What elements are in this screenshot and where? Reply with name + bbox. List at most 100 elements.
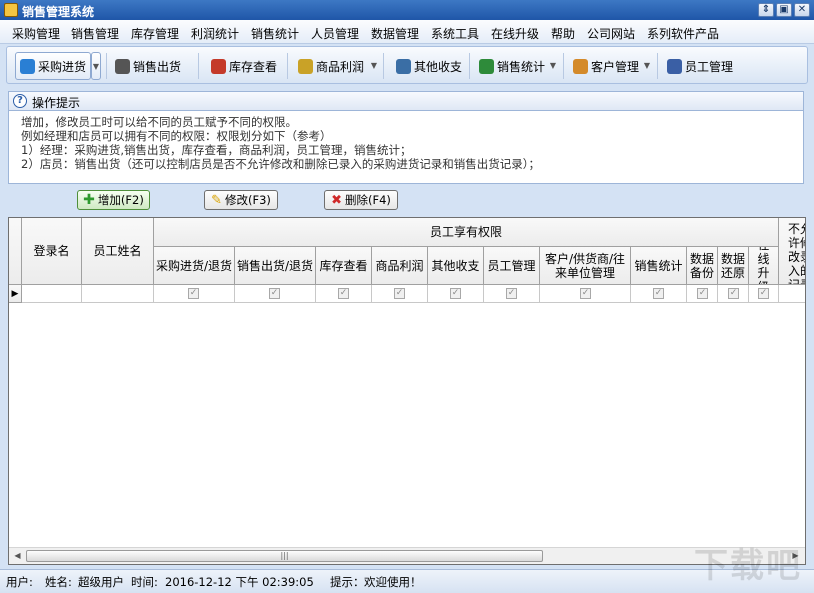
cell-perm[interactable]: ✓: [428, 285, 484, 303]
cell-perm[interactable]: ✓: [484, 285, 540, 303]
app-icon: [4, 3, 18, 17]
status-name-label: 姓名:: [45, 575, 72, 589]
menu-staff[interactable]: 人员管理: [311, 25, 359, 42]
col-header-name[interactable]: 员工姓名: [82, 218, 154, 285]
stats-dropdown-arrow[interactable]: ▼: [548, 52, 558, 80]
restore-button[interactable]: ⇕: [758, 3, 774, 17]
cell-perm[interactable]: ✓: [154, 285, 235, 303]
toolbar-inventory-button[interactable]: 库存查看: [207, 52, 281, 80]
cell-perm[interactable]: ✓: [718, 285, 749, 303]
menu-tools[interactable]: 系统工具: [431, 25, 479, 42]
toolbar-purchase-button[interactable]: 采购进货: [15, 52, 91, 80]
menu-sales[interactable]: 销售管理: [71, 25, 119, 42]
col-header-perm[interactable]: 在线升级: [749, 247, 779, 285]
col-header-perm[interactable]: 库存查看: [316, 247, 372, 285]
toolbar-separator: [287, 53, 288, 79]
menu-website[interactable]: 公司网站: [587, 25, 635, 42]
permission-checkbox[interactable]: ✓: [394, 288, 405, 299]
permission-checkbox[interactable]: ✓: [188, 288, 199, 299]
col-header-perm[interactable]: 其他收支: [428, 247, 484, 285]
cell-perm[interactable]: ✓: [749, 285, 779, 303]
menu-help[interactable]: 帮助: [551, 25, 575, 42]
toolbar-separator: [563, 53, 564, 79]
col-header-no-edit[interactable]: 不允许修改录入的记录: [779, 218, 805, 285]
col-header-perm[interactable]: 销售出货/退货: [235, 247, 316, 285]
col-header-perm[interactable]: 采购进货/退货: [154, 247, 235, 285]
scroll-thumb[interactable]: |||: [26, 550, 543, 562]
col-header-login[interactable]: 登录名: [22, 218, 82, 285]
window-title: 销售管理系统: [22, 5, 95, 19]
employee-grid[interactable]: 登录名 员工姓名 员工享有权限 采购进货/退货 销售出货/退货 库存查看 商品利…: [8, 217, 806, 565]
staff-icon: [667, 58, 682, 74]
permission-checkbox[interactable]: ✓: [338, 288, 349, 299]
toolbar-separator: [198, 53, 199, 79]
menu-data[interactable]: 数据管理: [371, 25, 419, 42]
permission-checkbox[interactable]: ✓: [697, 288, 708, 299]
cell-perm[interactable]: ✓: [540, 285, 631, 303]
menu-profit[interactable]: 利润统计: [191, 25, 239, 42]
menu-purchase[interactable]: 采购管理: [12, 25, 60, 42]
menu-upgrade[interactable]: 在线升级: [491, 25, 539, 42]
permission-checkbox[interactable]: ✓: [653, 288, 664, 299]
menu-sales-stats[interactable]: 销售统计: [251, 25, 299, 42]
toolbar-other-button[interactable]: 其他收支: [392, 52, 466, 80]
cell-perm[interactable]: ✓: [316, 285, 372, 303]
toolbar-sales-button[interactable]: 销售出货: [111, 52, 185, 80]
toolbar-staff-button[interactable]: 员工管理: [663, 52, 737, 80]
menu-bar: 采购管理 销售管理 库存管理 利润统计 销售统计 人员管理 数据管理 系统工具 …: [0, 20, 814, 44]
status-hint-label: 提示：: [330, 575, 365, 589]
cell-perm[interactable]: ✓: [372, 285, 428, 303]
toolbar-stats-label: 销售统计: [497, 59, 546, 74]
col-header-perm[interactable]: 销售统计: [631, 247, 687, 285]
toolbar-customer-button[interactable]: 客户管理: [569, 52, 643, 80]
toolbar-customer-label: 客户管理: [591, 59, 640, 74]
permission-checkbox[interactable]: ✓: [580, 288, 591, 299]
maximize-button[interactable]: ▣: [776, 3, 792, 17]
toolbar-separator: [657, 53, 658, 79]
cell-perm[interactable]: ✓: [687, 285, 718, 303]
col-header-perm[interactable]: 商品利润: [372, 247, 428, 285]
chart-icon: [479, 58, 494, 74]
plus-icon: ✚: [83, 192, 95, 208]
toolbar-purchase-label: 采购进货: [37, 59, 86, 74]
inventory-icon: [211, 58, 226, 74]
col-header-perm[interactable]: 数据还原: [718, 247, 749, 285]
cell-login[interactable]: [22, 285, 82, 303]
toolbar: 采购进货 ▼ 销售出货 库存查看 商品利润 ▼ 其他收支 销售统计 ▼ 客户管理…: [6, 46, 808, 84]
profit-dropdown-arrow[interactable]: ▼: [369, 52, 379, 80]
cell-no-edit[interactable]: [779, 285, 805, 303]
status-time-label: 时间:: [131, 575, 158, 589]
scroll-left-icon[interactable]: ◀: [9, 548, 26, 564]
permission-checkbox[interactable]: ✓: [758, 288, 769, 299]
col-group-permissions: 员工享有权限: [154, 218, 779, 247]
toolbar-other-label: 其他收支: [414, 59, 463, 74]
delete-button-label: 删除(F4): [345, 193, 391, 207]
toolbar-separator: [383, 53, 384, 79]
title-bar: 销售管理系统 ⇕ ▣ ✕: [0, 0, 814, 20]
status-bar: 用户: 姓名: 超级用户 时间: 2016-12-12 下午 02:39:05 …: [0, 569, 814, 593]
permission-checkbox[interactable]: ✓: [269, 288, 280, 299]
toolbar-stats-button[interactable]: 销售统计: [475, 52, 549, 80]
customer-dropdown-arrow[interactable]: ▼: [642, 52, 652, 80]
menu-inventory[interactable]: 库存管理: [131, 25, 179, 42]
purchase-dropdown-arrow[interactable]: ▼: [91, 52, 101, 80]
toolbar-profit-button[interactable]: 商品利润: [294, 52, 368, 80]
grid-corner: [9, 218, 22, 285]
col-header-perm[interactable]: 员工管理: [484, 247, 540, 285]
row-indicator[interactable]: ▶: [9, 285, 22, 303]
close-button[interactable]: ✕: [794, 3, 810, 17]
col-header-perm[interactable]: 数据备份: [687, 247, 718, 285]
cell-perm[interactable]: ✓: [235, 285, 316, 303]
people-icon: [573, 58, 588, 74]
horizontal-scrollbar[interactable]: ◀ ||| ▶: [9, 547, 805, 564]
cell-name[interactable]: [82, 285, 154, 303]
cell-perm[interactable]: ✓: [631, 285, 687, 303]
permission-checkbox[interactable]: ✓: [450, 288, 461, 299]
col-header-perm[interactable]: 客户/供货商/往来单位管理: [540, 247, 631, 285]
permission-checkbox[interactable]: ✓: [728, 288, 739, 299]
add-button[interactable]: ✚ 增加(F2): [77, 190, 150, 210]
delete-button[interactable]: ✖ 删除(F4): [324, 190, 398, 210]
edit-button[interactable]: ✎ 修改(F3): [204, 190, 278, 210]
permission-checkbox[interactable]: ✓: [506, 288, 517, 299]
menu-products[interactable]: 系列软件产品: [647, 25, 719, 42]
